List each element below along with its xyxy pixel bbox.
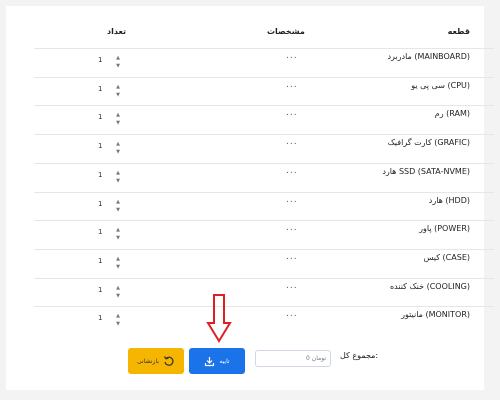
part-name: هارد (HDD) bbox=[428, 195, 470, 205]
quantity-stepper[interactable]: ▲ ▼ bbox=[114, 226, 122, 242]
quantity-value[interactable]: 1 bbox=[98, 200, 102, 208]
stepper-up-icon[interactable]: ▲ bbox=[114, 312, 122, 320]
stepper-up-icon[interactable]: ▲ bbox=[114, 54, 122, 62]
quantity-stepper[interactable]: ▲ ▼ bbox=[114, 83, 122, 99]
quantity-stepper[interactable]: ▲ ▼ bbox=[114, 198, 122, 214]
confirm-label: تاییه bbox=[219, 357, 230, 365]
stepper-up-icon[interactable]: ▲ bbox=[114, 255, 122, 263]
stepper-down-icon[interactable]: ▼ bbox=[114, 91, 122, 99]
total-label: مجموع کل: bbox=[340, 351, 379, 360]
row-divider bbox=[34, 306, 494, 308]
row-divider bbox=[34, 134, 494, 136]
stepper-down-icon[interactable]: ▼ bbox=[114, 119, 122, 127]
quantity-value[interactable]: 1 bbox=[98, 56, 102, 64]
quantity-value[interactable]: 1 bbox=[98, 314, 102, 322]
quantity-value[interactable]: 1 bbox=[98, 257, 102, 265]
part-spec: ... bbox=[286, 165, 298, 176]
row-divider bbox=[34, 162, 494, 164]
stepper-up-icon[interactable]: ▲ bbox=[114, 140, 122, 148]
download-icon bbox=[205, 356, 215, 366]
part-name: خنک کننده (COOLING) bbox=[389, 281, 470, 291]
part-name: رم (RAM) bbox=[434, 109, 470, 119]
stepper-down-icon[interactable]: ▼ bbox=[114, 148, 122, 156]
part-name: مانیتور (MONITOR) bbox=[401, 310, 470, 320]
quantity-value[interactable]: 1 bbox=[98, 228, 102, 236]
quantity-stepper[interactable]: ▲ ▼ bbox=[114, 54, 122, 70]
stepper-down-icon[interactable]: ▼ bbox=[114, 263, 122, 271]
part-name: کارت گرافیک (GRAFIC) bbox=[387, 138, 470, 148]
header-spec: مشخصات bbox=[267, 27, 305, 36]
reset-button[interactable]: بازنشانی bbox=[128, 348, 184, 374]
quantity-value[interactable]: 1 bbox=[98, 142, 102, 150]
stepper-up-icon[interactable]: ▲ bbox=[114, 169, 122, 177]
quantity-stepper[interactable]: ▲ ▼ bbox=[114, 312, 122, 328]
header-qty: تعداد bbox=[107, 27, 126, 36]
row-divider bbox=[34, 220, 494, 222]
stepper-down-icon[interactable]: ▼ bbox=[114, 320, 122, 328]
total-field[interactable] bbox=[255, 350, 331, 367]
stepper-down-icon[interactable]: ▼ bbox=[114, 292, 122, 300]
parts-panel bbox=[6, 6, 484, 390]
quantity-value[interactable]: 1 bbox=[98, 85, 102, 93]
reset-icon bbox=[163, 356, 174, 366]
row-divider bbox=[34, 248, 494, 250]
part-name: پاور (POWER) bbox=[419, 224, 470, 234]
stepper-up-icon[interactable]: ▲ bbox=[114, 198, 122, 206]
quantity-stepper[interactable]: ▲ ▼ bbox=[114, 169, 122, 185]
quantity-stepper[interactable]: ▲ ▼ bbox=[114, 284, 122, 300]
row-divider bbox=[34, 277, 494, 279]
stepper-up-icon[interactable]: ▲ bbox=[114, 111, 122, 119]
part-spec: ... bbox=[286, 309, 298, 320]
quantity-stepper[interactable]: ▲ ▼ bbox=[114, 255, 122, 271]
stepper-up-icon[interactable]: ▲ bbox=[114, 284, 122, 292]
quantity-stepper[interactable]: ▲ ▼ bbox=[114, 140, 122, 156]
part-spec: ... bbox=[286, 194, 298, 205]
part-spec: ... bbox=[286, 51, 298, 61]
stepper-down-icon[interactable]: ▼ bbox=[114, 62, 122, 70]
quantity-value[interactable]: 1 bbox=[98, 171, 102, 179]
part-name: کیس (CASE) bbox=[423, 252, 470, 262]
stepper-up-icon[interactable]: ▲ bbox=[114, 226, 122, 234]
stepper-down-icon[interactable]: ▼ bbox=[114, 206, 122, 214]
stepper-down-icon[interactable]: ▼ bbox=[114, 177, 122, 185]
quantity-value[interactable]: 1 bbox=[98, 286, 102, 294]
stepper-down-icon[interactable]: ▼ bbox=[114, 234, 122, 242]
row-divider bbox=[34, 105, 494, 107]
part-spec: ... bbox=[286, 223, 298, 234]
part-spec: ... bbox=[286, 79, 298, 90]
part-spec: ... bbox=[286, 280, 298, 291]
stepper-up-icon[interactable]: ▲ bbox=[114, 83, 122, 91]
row-divider bbox=[34, 191, 494, 193]
quantity-stepper[interactable]: ▲ ▼ bbox=[114, 111, 122, 127]
part-spec: ... bbox=[286, 108, 298, 119]
quantity-value[interactable]: 1 bbox=[98, 113, 102, 121]
part-name: هارد SSD (SATA-NVME) bbox=[382, 166, 470, 176]
confirm-button[interactable]: تاییه bbox=[189, 348, 245, 374]
part-name: سی پی یو (CPU) bbox=[411, 80, 470, 90]
part-name: مادربرد (MAINBOARD) bbox=[387, 52, 470, 61]
red-down-arrow-icon bbox=[206, 294, 232, 343]
row-divider bbox=[34, 48, 494, 49]
part-spec: ... bbox=[286, 251, 298, 262]
reset-label: بازنشانی bbox=[137, 357, 159, 365]
row-divider bbox=[34, 76, 494, 78]
header-part: قطعه bbox=[447, 27, 470, 36]
part-spec: ... bbox=[286, 137, 298, 148]
